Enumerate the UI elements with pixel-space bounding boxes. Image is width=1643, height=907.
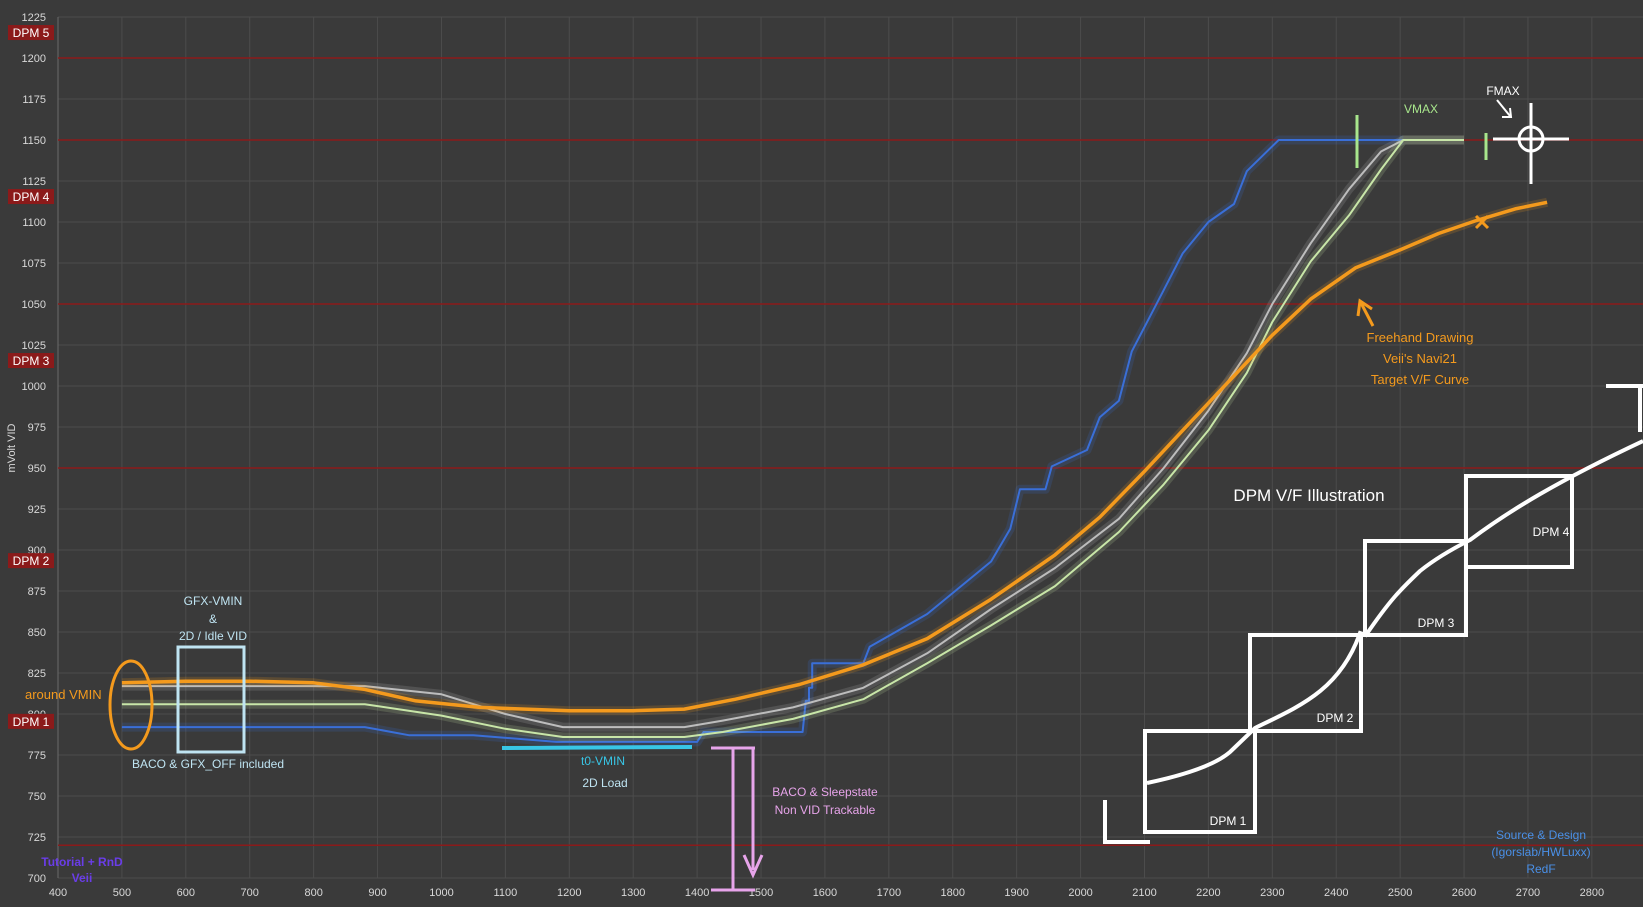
y-tick-label: 1200: [22, 53, 46, 65]
x-tick-label: 1700: [877, 887, 901, 899]
gfx-vmin-label: GFX-VMIN: [184, 594, 243, 608]
x-tick-label: 2500: [1388, 887, 1412, 899]
y-tick-label: 1150: [22, 135, 46, 147]
y-tick-label: 1075: [22, 258, 46, 270]
source-credit-3: RedF: [1526, 862, 1555, 876]
illus-dpm2-label: DPM 2: [1317, 711, 1354, 725]
x-tick-label: 2300: [1260, 887, 1284, 899]
dpm-label: DPM 1: [13, 715, 50, 729]
x-tick-label: 800: [304, 887, 322, 899]
t0-vmin-bar: [501, 745, 693, 750]
x-tick-label: 1900: [1004, 887, 1028, 899]
y-tick-label: 950: [28, 463, 46, 475]
x-tick-label: 1000: [429, 887, 453, 899]
2d-load-label: 2D Load: [582, 776, 627, 790]
y-tick-label: 775: [28, 750, 46, 762]
y-tick-label: 1175: [22, 94, 46, 106]
x-tick-label: 900: [368, 887, 386, 899]
dpm-label: DPM 3: [13, 354, 50, 368]
tutorial-credit-2: Veii: [72, 871, 93, 885]
y-tick-label: 700: [28, 873, 46, 885]
illus-dpm4-label: DPM 4: [1533, 525, 1570, 539]
vf-curve-chart: 400 500 600 700 800 900 1000 1100 1200 1300 1400 15…: [0, 0, 1643, 907]
y-tick-label: 725: [28, 832, 46, 844]
x-tick-label: 1200: [557, 887, 581, 899]
y-tick-label: 1225: [22, 12, 46, 24]
x-tick-label: 1100: [494, 887, 518, 899]
x-tick-label: 700: [241, 887, 259, 899]
gfx-vmin-idle: 2D / Idle VID: [179, 629, 247, 643]
source-credit-1: Source & Design: [1496, 828, 1586, 842]
x-tick-label: 600: [177, 887, 195, 899]
x-tick-label: 500: [113, 887, 131, 899]
x-tick-label: 2400: [1324, 887, 1348, 899]
y-tick-label: 975: [28, 422, 46, 434]
illustration-title: DPM V/F Illustration: [1233, 486, 1384, 505]
y-tick-label: 1000: [22, 381, 46, 393]
vmax-label: VMAX: [1404, 102, 1438, 116]
y-tick-label: 875: [28, 586, 46, 598]
x-tick-label: 1800: [941, 887, 965, 899]
fmax-label: FMAX: [1486, 84, 1519, 98]
dpm-label: DPM 4: [13, 190, 50, 204]
freehand-label-1: Freehand Drawing: [1367, 330, 1474, 345]
illus-dpm1-label: DPM 1: [1210, 814, 1247, 828]
baco-sleep-label: BACO & Sleepstate: [772, 785, 878, 799]
freehand-label-3: Target V/F Curve: [1371, 372, 1469, 387]
t0-vmin-label: t0-VMIN: [581, 754, 625, 768]
x-tick-label: 2100: [1132, 887, 1156, 899]
dpm-label: DPM 2: [13, 554, 50, 568]
around-vmin-label: around VMIN: [25, 687, 102, 702]
x-tick-label: 2800: [1580, 887, 1604, 899]
y-tick-label: 750: [28, 791, 46, 803]
y-tick-label: 850: [28, 627, 46, 639]
y-tick-label: 1125: [22, 176, 46, 188]
gfx-vmin-amp: &: [209, 612, 217, 626]
dpm-label: DPM 5: [13, 26, 50, 40]
x-tick-label: 1300: [621, 887, 645, 899]
x-tick-label: 2600: [1452, 887, 1476, 899]
x-tick-label: 1600: [813, 887, 837, 899]
baco-gfx-off-label: BACO & GFX_OFF included: [132, 757, 284, 771]
y-tick-label: 825: [28, 668, 46, 680]
source-credit-2: (Igorslab/HWLuxx): [1491, 845, 1590, 859]
y-tick-label: 1025: [22, 340, 46, 352]
y-tick-label: 925: [28, 504, 46, 516]
y-axis-label: mVolt VID: [6, 423, 18, 472]
x-tick-label: 2700: [1516, 887, 1540, 899]
tutorial-credit-1: Tutorial + RnD: [41, 855, 123, 869]
y-tick-label: 1050: [22, 299, 46, 311]
x-tick-label: 1400: [685, 887, 709, 899]
x-tick-label: 2000: [1068, 887, 1092, 899]
y-tick-label: 1100: [22, 217, 46, 229]
baco-non-vid-label: Non VID Trackable: [775, 803, 876, 817]
x-tick-label: 400: [49, 887, 67, 899]
freehand-label-2: Veii's Navi21: [1383, 351, 1457, 366]
x-tick-label: 2200: [1196, 887, 1220, 899]
illus-dpm3-label: DPM 3: [1418, 616, 1455, 630]
